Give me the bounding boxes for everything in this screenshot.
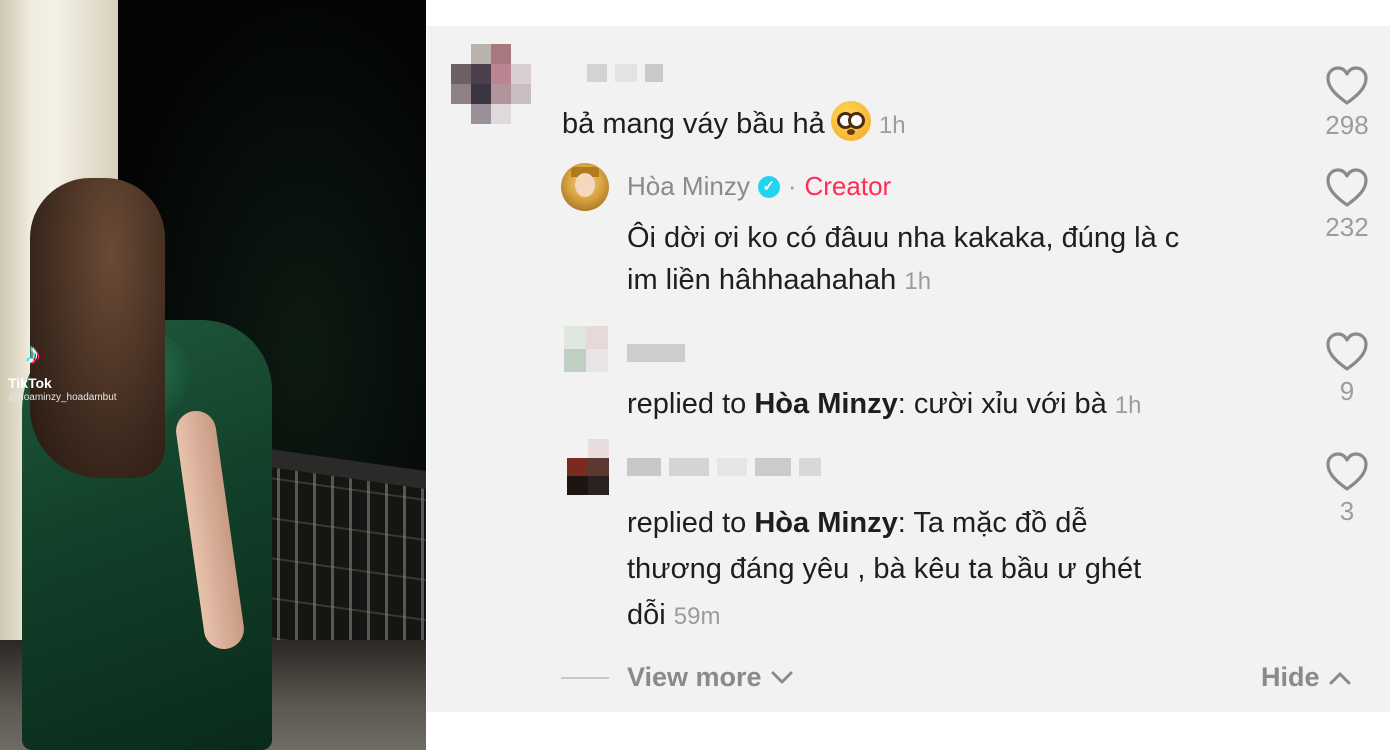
heart-icon [1326,332,1368,371]
heart-icon [1326,66,1368,105]
reply-body: thương đáng yêu , bà kêu ta bầu ư ghét [627,553,1142,585]
username-blurred[interactable] [627,458,821,476]
separator-dot: · [787,171,797,201]
tiktok-note-icon: ♪ [26,338,40,369]
username-blurred[interactable] [627,344,685,362]
username-blurred[interactable] [587,64,663,82]
like-button[interactable]: 298 [1317,66,1377,141]
avatar-blurred[interactable] [451,44,531,124]
creator-reply-text: Ôi dời ơi ko có đâuu nha kakaka, đúng là… [627,217,1179,303]
replied-to-label: replied to [627,388,755,420]
verified-badge-icon: ✓ [757,175,780,198]
reply-target[interactable]: Hòa Minzy [754,388,897,420]
chevron-down-icon [771,671,793,683]
comment-body: bả mang váy bầu hả [562,108,825,140]
reply-line: Ôi dời ơi ko có đâuu nha kakaka, đúng là… [627,222,1180,254]
tiktok-brand: TikTok [8,375,52,391]
comment-time: 1h [904,268,932,295]
avatar-blurred[interactable] [564,326,608,372]
avatar-blurred[interactable] [567,439,609,495]
reply-line: im liền hâhhaahahah [627,264,897,296]
like-button[interactable]: 9 [1317,332,1377,407]
reply-body: : Ta mặc đồ dễ [897,507,1088,539]
replied-to-label: replied to [627,507,755,539]
hide-button[interactable]: Hide [1261,662,1352,693]
reply-body: dỗi [627,599,666,631]
creator-username[interactable]: Hòa Minzy [627,171,750,202]
reply-body: : cười xỉu với bà [897,388,1107,420]
tiktok-watermark: ♪ TikTok @hoaminzy_hoadambut [8,340,148,410]
like-button[interactable]: 3 [1317,452,1377,527]
hair [30,178,165,478]
heart-icon [1326,168,1368,207]
reply-text: replied to Hòa Minzy: Ta mặc đồ dễ thươn… [627,500,1141,640]
creator-username-row: Hòa Minzy ✓ · Creator [627,171,891,202]
creator-avatar[interactable] [561,163,609,211]
heart-icon [1326,452,1368,491]
like-count: 232 [1325,212,1369,242]
like-count: 298 [1325,110,1369,140]
comments-panel: bả mang váy bầu hả 1h 298 Hòa Minzy ✓ · … [427,26,1390,712]
video-frame[interactable]: ♪ TikTok @hoaminzy_hoadambut [0,0,426,750]
comment-time: 1h [878,112,906,139]
reply-text: replied to Hòa Minzy: cười xỉu với bà 1h [627,381,1141,429]
tiktok-handle: @hoaminzy_hoadambut [8,392,117,403]
comment-text: bả mang váy bầu hả 1h [562,101,906,147]
comment-time: 59m [673,603,721,630]
like-button[interactable]: 232 [1317,168,1377,243]
like-count: 3 [1339,496,1355,526]
divider [561,677,609,679]
like-count: 9 [1339,376,1355,406]
chevron-up-icon [1329,672,1351,684]
flushed-face-icon [830,101,871,141]
view-more-button[interactable]: View more [627,662,794,693]
creator-label: Creator [804,171,892,201]
view-more-label: View more [627,662,762,692]
comment-time: 1h [1114,392,1142,419]
hide-label: Hide [1261,662,1320,692]
reply-target[interactable]: Hòa Minzy [754,507,897,539]
